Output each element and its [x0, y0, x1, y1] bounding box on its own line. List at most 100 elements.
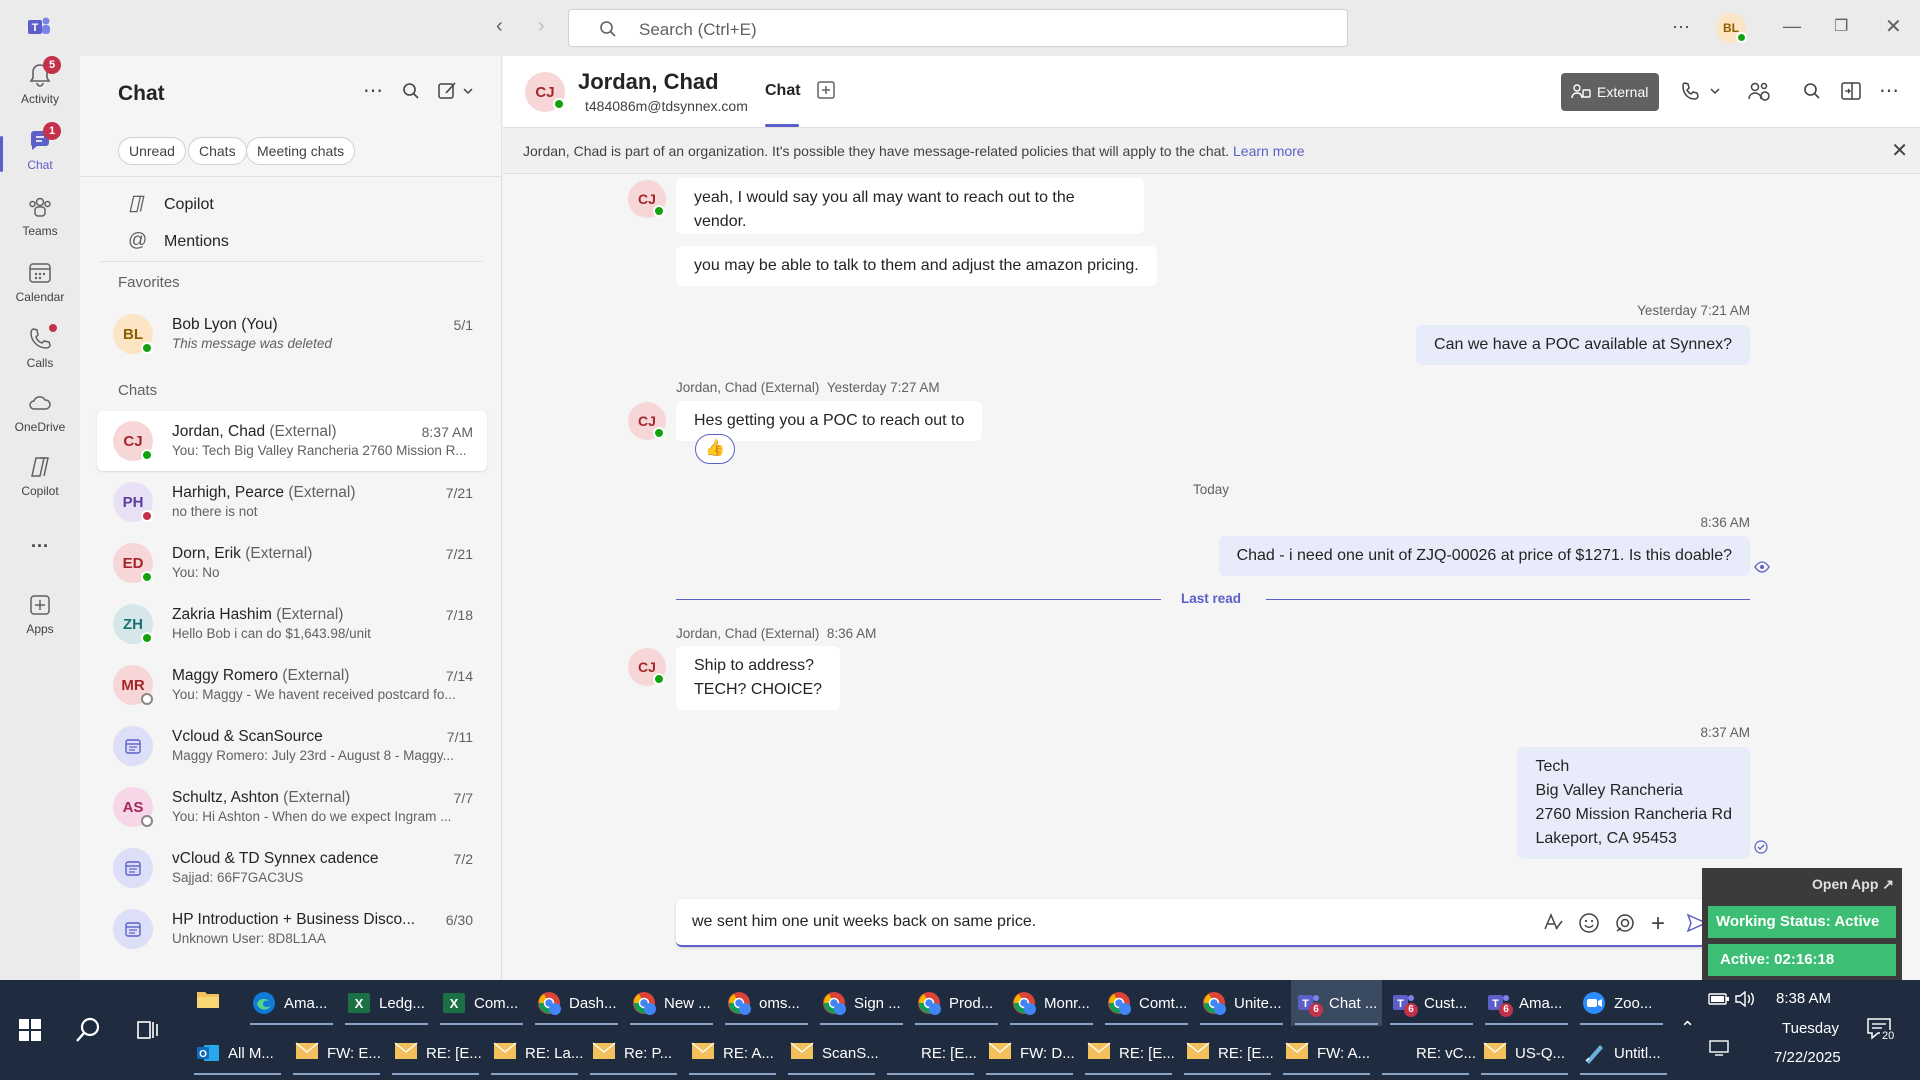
battery-icon[interactable] — [1708, 992, 1730, 1011]
message-composer[interactable]: we sent him one unit weeks back on same … — [676, 899, 1708, 947]
minimize-icon[interactable]: — — [1783, 16, 1801, 37]
taskbar-button[interactable]: RE: [E... — [1081, 1030, 1176, 1076]
rail-onedrive[interactable]: OneDrive — [0, 390, 80, 434]
taskbar-button[interactable]: Ama... — [246, 980, 337, 1026]
copilot-row[interactable]: Copilot — [126, 190, 466, 220]
header-more-icon[interactable]: ⋯ — [1879, 78, 1899, 103]
message-outgoing[interactable]: Chad - i need one unit of ZJQ-00026 at p… — [1218, 536, 1750, 576]
taskbar-button[interactable]: Unite... — [1196, 980, 1287, 1026]
composer-text[interactable]: we sent him one unit weeks back on same … — [692, 913, 1036, 931]
rail-activity[interactable]: 5 Activity — [0, 56, 80, 106]
filter-unread[interactable]: Unread — [118, 137, 186, 165]
chat-list-item[interactable]: vCloud & TD Synnex cadence Sajjad: 66F7G… — [97, 838, 487, 898]
file-explorer-icon[interactable] — [196, 988, 220, 1010]
close-window-icon[interactable]: ✕ — [1885, 14, 1902, 39]
notification-center-icon[interactable]: 20 — [1866, 1016, 1897, 1047]
loop-icon[interactable] — [1614, 912, 1636, 939]
message-incoming[interactable]: yeah, I would say you all may want to re… — [676, 178, 1144, 234]
taskbar-button[interactable]: X Com... — [436, 980, 527, 1026]
chat-list-item[interactable]: Vcloud & ScanSource Maggy Romero: July 2… — [97, 716, 487, 776]
tab-chat[interactable]: Chat — [765, 82, 801, 100]
taskbar-button[interactable]: Untitl... — [1576, 1030, 1671, 1076]
taskbar-button[interactable]: ScanS... — [784, 1030, 879, 1076]
taskbar-search-icon[interactable] — [74, 1016, 102, 1049]
mentions-row[interactable]: @ Mentions — [126, 227, 466, 257]
restore-icon[interactable]: ❐ — [1834, 16, 1848, 36]
chat-list-search-icon[interactable] — [402, 82, 420, 105]
task-view-icon[interactable] — [136, 1018, 160, 1047]
popout-icon[interactable] — [1841, 82, 1861, 105]
windows-start-icon[interactable] — [18, 1018, 42, 1047]
taskbar-button[interactable]: New ... — [626, 980, 717, 1026]
taskbar-button[interactable]: Prod... — [911, 980, 1002, 1026]
message-outgoing[interactable]: Can we have a POC available at Synnex? — [1416, 325, 1750, 365]
chat-list-item[interactable]: ZH Zakria Hashim (External) Hello Bob i ca… — [97, 594, 487, 654]
taskbar-button[interactable]: FW: D... — [982, 1030, 1077, 1076]
taskbar-button[interactable]: RE: [E... — [883, 1030, 978, 1076]
taskbar-button[interactable]: Zoo... — [1576, 980, 1667, 1026]
taskbar-button[interactable]: Sign ... — [816, 980, 907, 1026]
chats-section-label[interactable]: Chats — [118, 382, 157, 399]
taskbar-button[interactable]: RE: A... — [685, 1030, 780, 1076]
format-icon[interactable] — [1542, 911, 1564, 938]
taskbar-button[interactable]: RE: La... — [487, 1030, 583, 1076]
emoji-icon[interactable] — [1578, 912, 1600, 939]
taskbar-button[interactable]: T 6 Cust... — [1386, 980, 1477, 1026]
call-icon[interactable] — [1681, 81, 1725, 106]
taskbar-button[interactable]: T 6 Ama... — [1481, 980, 1572, 1026]
back-arrow-icon[interactable]: ‹ — [496, 15, 503, 38]
chat-list-item[interactable]: CJ Jordan, Chad (External) You: Tech Big V… — [97, 411, 487, 471]
taskbar-button[interactable]: oms... — [721, 980, 812, 1026]
chat-list-item[interactable]: HP Introduction + Business Disco... Unkn… — [97, 899, 487, 959]
thumbs-up-reaction[interactable]: 👍 — [695, 434, 735, 464]
favorites-section-label[interactable]: Favorites — [118, 274, 180, 291]
header-search-icon[interactable] — [1803, 82, 1821, 105]
learn-more-link[interactable]: Learn more — [1233, 143, 1305, 159]
teams-logo-icon[interactable]: T — [26, 15, 52, 39]
chat-list-more-icon[interactable]: ⋯ — [363, 78, 383, 103]
clock-time[interactable]: 8:38 AM — [1776, 990, 1831, 1007]
rail-copilot[interactable]: Copilot — [0, 454, 80, 498]
taskbar-button[interactable]: O All M... — [190, 1030, 285, 1076]
message-incoming[interactable]: you may be able to talk to them and adju… — [676, 246, 1157, 286]
taskbar-button[interactable]: RE: [E... — [1180, 1030, 1275, 1076]
rail-more-apps[interactable]: ··· — [0, 536, 80, 557]
message-incoming[interactable]: Ship to address? TECH? CHOICE? — [676, 646, 841, 710]
chat-list-item[interactable]: AS Schultz, Ashton (External) You: Hi Asht… — [97, 777, 487, 837]
external-button[interactable]: External — [1561, 73, 1659, 111]
rail-teams[interactable]: Teams — [0, 194, 80, 238]
taskbar-button[interactable]: X Ledg... — [341, 980, 432, 1026]
forward-arrow-icon[interactable]: › — [538, 15, 545, 38]
open-app-button[interactable]: Open App ↗ — [1812, 876, 1894, 893]
taskbar-button[interactable]: Re: P... — [586, 1030, 681, 1076]
rail-apps[interactable]: Apps — [0, 592, 80, 636]
more-options-icon[interactable]: ··· — [1672, 16, 1690, 37]
attach-plus-icon[interactable]: + — [1651, 910, 1665, 938]
taskbar-button[interactable]: RE: [E... — [388, 1030, 483, 1076]
rail-calls[interactable]: Calls — [0, 324, 80, 370]
taskbar-button[interactable]: T 6 Chat ... — [1291, 980, 1382, 1026]
chat-list-item[interactable]: ED Dorn, Erik (External) You: No 7/21 — [97, 533, 487, 593]
rail-calendar[interactable]: Calendar — [0, 260, 80, 304]
people-icon[interactable] — [1747, 80, 1771, 107]
taskbar-button[interactable]: Dash... — [531, 980, 622, 1026]
taskbar-button[interactable]: FW: A... — [1279, 1030, 1374, 1076]
new-chat-icon[interactable] — [438, 81, 478, 106]
message-outgoing[interactable]: Tech Big Valley Rancheria 2760 Mission R… — [1517, 747, 1750, 859]
add-tab-icon[interactable] — [817, 81, 835, 104]
network-icon[interactable] — [1708, 1040, 1730, 1061]
volume-icon[interactable] — [1734, 990, 1756, 1012]
taskbar-button[interactable]: FW: E... — [289, 1030, 384, 1076]
rail-chat[interactable]: 1 Chat — [0, 122, 80, 172]
chat-list-item[interactable]: MR Maggy Romero (External) You: Maggy - We… — [97, 655, 487, 715]
chat-list-item[interactable]: PH Harhigh, Pearce (External) no there is … — [97, 472, 487, 532]
taskbar-button[interactable]: RE: vC... — [1378, 1030, 1476, 1076]
taskbar-button[interactable]: US-Q... — [1477, 1030, 1572, 1076]
show-hidden-icons[interactable]: ⌃ — [1680, 1018, 1695, 1039]
filter-chats[interactable]: Chats — [188, 137, 247, 165]
taskbar-button[interactable]: Monr... — [1006, 980, 1097, 1026]
taskbar-button[interactable]: Comt... — [1101, 980, 1192, 1026]
search-bar[interactable]: Search (Ctrl+E) — [568, 9, 1348, 47]
chat-list-item[interactable]: BL Bob Lyon (You) This message was delete… — [97, 304, 487, 364]
filter-meeting-chats[interactable]: Meeting chats — [246, 137, 356, 165]
